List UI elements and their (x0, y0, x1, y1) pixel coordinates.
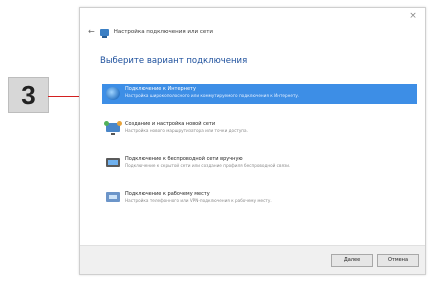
option-title: Подключение к Интернету (125, 86, 196, 92)
option-new-network[interactable]: Создание и настройка новой сети Настройк… (102, 119, 417, 139)
page-heading: Выберите вариант подключения (100, 56, 248, 66)
cancel-button[interactable]: Отмена (377, 254, 419, 267)
title-bar: ← Настройка подключения или сети (88, 26, 213, 38)
network-icon (104, 121, 122, 135)
step-callout: 3 (8, 77, 49, 113)
option-workplace[interactable]: Подключение к рабочему месту Настройка т… (102, 189, 417, 209)
network-icon (99, 28, 109, 38)
option-title: Подключение к беспроводной сети вручную (125, 156, 243, 162)
dialog-footer: Далее Отмена (80, 245, 425, 274)
option-description: Настройка телефонного или VPN-подключени… (125, 198, 272, 203)
back-arrow-icon[interactable]: ← (88, 27, 95, 37)
close-button[interactable]: × (406, 10, 420, 22)
workplace-icon (106, 192, 120, 202)
option-internet[interactable]: Подключение к Интернету Настройка широко… (102, 84, 417, 104)
window-title: Настройка подключения или сети (113, 29, 213, 35)
option-description: Подключение к скрытой сети или создание … (125, 163, 291, 168)
globe-icon (106, 87, 120, 100)
option-description: Настройка нового маршрутизатора или точк… (125, 128, 248, 133)
next-button[interactable]: Далее (331, 254, 373, 267)
wifi-icon (106, 158, 120, 167)
setup-dialog: × ← Настройка подключения или сети Выбер… (79, 7, 426, 275)
option-wireless-manual[interactable]: Подключение к беспроводной сети вручную … (102, 154, 417, 174)
option-title: Создание и настройка новой сети (125, 121, 216, 127)
option-title: Подключение к рабочему месту (125, 191, 210, 197)
connection-options: Подключение к Интернету Настройка широко… (102, 84, 417, 224)
option-description: Настройка широкополосного или коммутируе… (125, 93, 300, 98)
